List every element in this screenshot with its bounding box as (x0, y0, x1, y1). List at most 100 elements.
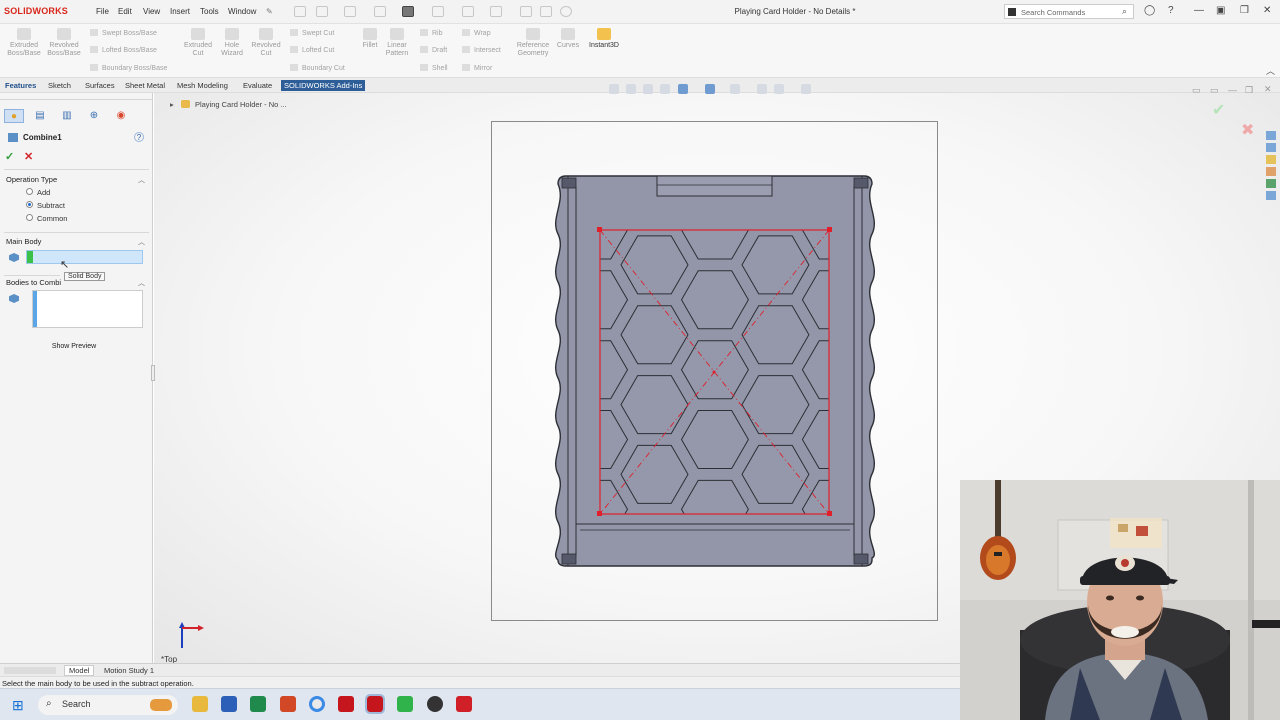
acrobat-app-icon[interactable] (456, 696, 472, 712)
file-explorer-icon[interactable] (1266, 155, 1276, 164)
show-preview-button[interactable]: Show Preview (44, 341, 104, 353)
tab-surfaces[interactable]: Surfaces (85, 81, 115, 90)
expand-arrow-icon[interactable]: ▸ (170, 100, 174, 109)
search-commands-input[interactable]: Search Commands ⌕ (1004, 4, 1134, 19)
extruded-cut-button[interactable]: Extruded Cut (180, 28, 216, 58)
swept-cut-button[interactable]: Swept Cut (290, 29, 334, 37)
instant3d-button[interactable]: Instant3D (586, 28, 622, 50)
revolved-boss-button[interactable]: Revolved Boss/Base (46, 28, 82, 58)
playing-card-holder-part[interactable] (550, 172, 880, 572)
open-icon[interactable] (344, 6, 356, 17)
common-radio[interactable] (26, 214, 33, 221)
draft-button[interactable]: Draft (420, 46, 447, 54)
view-orientation-icon[interactable] (678, 84, 688, 94)
boundary-cut-button[interactable]: Boundary Cut (290, 64, 345, 72)
redo-icon[interactable] (462, 6, 474, 17)
obs-app-icon[interactable] (427, 696, 443, 712)
panel-splitter-handle[interactable] (151, 365, 155, 381)
tile-windows-icon[interactable]: ▣ (1216, 5, 1225, 16)
menu-window[interactable]: Window (228, 7, 256, 16)
word-app-icon[interactable] (221, 696, 237, 712)
swept-boss-button[interactable]: Swept Boss/Base (90, 29, 157, 37)
confirm-ok-icon[interactable]: ✔ (1212, 100, 1225, 120)
reference-geometry-button[interactable]: Reference Geometry (512, 28, 554, 58)
file-properties-icon[interactable] (540, 6, 552, 17)
add-radio[interactable] (26, 188, 33, 195)
tab-scroll-arrows[interactable] (4, 667, 56, 674)
options-gear-icon[interactable] (560, 6, 572, 17)
viewport-maximize-icon[interactable]: ❐ (1245, 85, 1253, 96)
rib-button[interactable]: Rib (420, 29, 443, 37)
apply-scene-icon[interactable] (774, 84, 784, 94)
zoom-to-area-icon[interactable] (626, 84, 636, 94)
wrap-button[interactable]: Wrap (462, 29, 491, 37)
section-view-icon[interactable] (660, 84, 670, 94)
collapse-caret-icon[interactable]: ︿ (138, 237, 145, 247)
pin-icon[interactable]: ✎ (266, 7, 273, 16)
view-settings-icon[interactable] (801, 84, 811, 94)
close-icon[interactable]: ✕ (1263, 5, 1271, 16)
home-icon[interactable] (294, 6, 306, 17)
previous-view-icon[interactable] (643, 84, 653, 94)
display-manager-tab-icon[interactable]: ◉ (111, 109, 131, 123)
bodies-to-combine-list[interactable] (32, 290, 143, 328)
hole-wizard-button[interactable]: Hole Wizard (216, 28, 248, 58)
solidworks-active-app-icon[interactable] (365, 694, 385, 714)
windows-start-icon[interactable]: ⊞ (12, 697, 24, 714)
edit-appearance-icon[interactable] (757, 84, 767, 94)
display-style-icon[interactable] (705, 84, 715, 94)
viewport-close-icon[interactable]: ✕ (1264, 84, 1272, 95)
powerpoint-app-icon[interactable] (280, 696, 296, 712)
chrome-app-icon[interactable] (309, 696, 325, 712)
print-icon[interactable] (402, 6, 414, 17)
new-document-icon[interactable] (316, 6, 328, 17)
zoom-to-fit-icon[interactable] (609, 84, 619, 94)
extruded-boss-button[interactable]: Extruded Boss/Base (6, 28, 42, 58)
main-body-selection-box[interactable] (26, 250, 143, 264)
configuration-manager-tab-icon[interactable]: ▥ (57, 109, 77, 123)
design-library-icon[interactable] (1266, 143, 1276, 152)
revolved-cut-button[interactable]: Revolved Cut (250, 28, 282, 58)
search-icon[interactable]: ⌕ (1122, 6, 1127, 17)
fillet-button[interactable]: Fillet (358, 28, 382, 50)
feature-tree-flyout[interactable]: ▸ Playing Card Holder - No ... (170, 100, 287, 109)
property-manager-tab-icon[interactable]: ▤ (30, 109, 50, 123)
viewport-tile-icon[interactable]: ▭ (1192, 85, 1201, 96)
mirror-button[interactable]: Mirror (462, 64, 492, 72)
subtract-radio[interactable] (26, 201, 33, 208)
tab-sheet-metal[interactable]: Sheet Metal (125, 81, 165, 90)
help-icon[interactable]: ? (1168, 5, 1174, 16)
rebuild-icon[interactable] (520, 6, 532, 17)
shell-button[interactable]: Shell (420, 64, 448, 72)
collapse-caret-icon[interactable]: ︿ (138, 278, 145, 288)
lofted-cut-button[interactable]: Lofted Cut (290, 46, 334, 54)
save-icon[interactable] (374, 6, 386, 17)
taskbar-search-box[interactable]: ⌕ Search (38, 695, 178, 715)
collapse-caret-icon[interactable]: ︿ (138, 175, 145, 185)
restore-icon[interactable]: ❐ (1240, 5, 1249, 16)
feature-manager-tab-icon[interactable]: ● (4, 109, 24, 123)
cancel-x-icon[interactable]: ✕ (24, 150, 33, 163)
dimxpert-manager-tab-icon[interactable]: ⊕ (84, 109, 104, 123)
menu-tools[interactable]: Tools (200, 7, 219, 16)
lofted-boss-button[interactable]: Lofted Boss/Base (90, 46, 157, 54)
menu-insert[interactable]: Insert (170, 7, 190, 16)
menu-view[interactable]: View (143, 7, 160, 16)
green-app-icon[interactable] (397, 696, 413, 712)
tab-features[interactable]: Features (5, 81, 36, 90)
tab-evaluate[interactable]: Evaluate (243, 81, 272, 90)
solidworks-app-icon[interactable] (338, 696, 354, 712)
hide-show-items-icon[interactable] (730, 84, 740, 94)
linear-pattern-button[interactable]: Linear Pattern (382, 28, 412, 58)
boundary-boss-button[interactable]: Boundary Boss/Base (90, 64, 167, 72)
excel-app-icon[interactable] (250, 696, 266, 712)
viewport-restore-icon[interactable]: ▭ (1210, 85, 1219, 96)
tab-motion-study[interactable]: Motion Study 1 (100, 666, 158, 675)
undo-icon[interactable] (432, 6, 444, 17)
user-icon[interactable]: ◯ (1144, 5, 1155, 16)
appearances-icon[interactable] (1266, 179, 1276, 188)
view-palette-icon[interactable] (1266, 167, 1276, 176)
select-icon[interactable] (490, 6, 502, 17)
file-explorer-app-icon[interactable] (192, 696, 208, 712)
solidworks-resources-icon[interactable] (1266, 131, 1276, 140)
